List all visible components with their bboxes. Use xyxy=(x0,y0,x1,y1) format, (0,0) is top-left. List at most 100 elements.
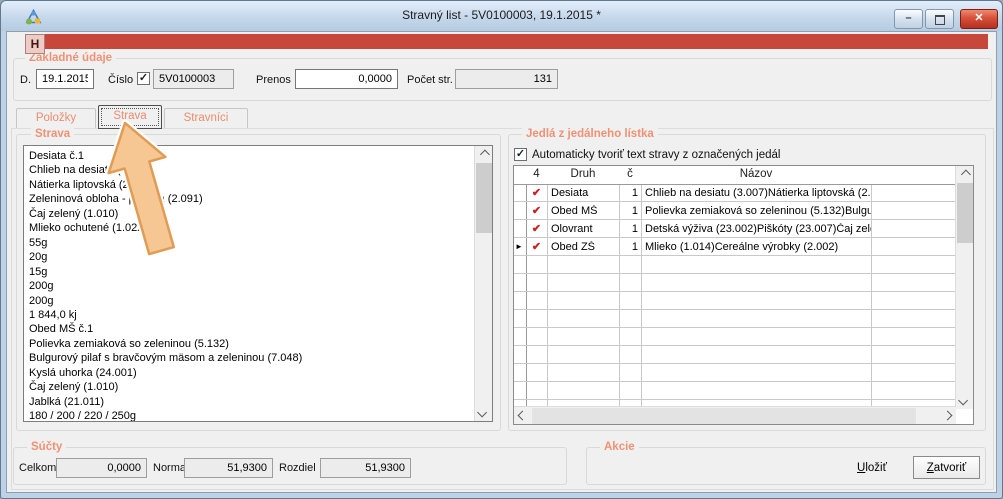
scroll-down-button[interactable] xyxy=(475,404,492,421)
list-line: Bulgurový pilaf s bravčovým mäsom a zele… xyxy=(29,351,470,365)
norm-input xyxy=(184,458,273,478)
scroll-up-button[interactable] xyxy=(956,166,973,183)
tab-stravnici[interactable]: Stravníci xyxy=(164,108,248,128)
scroll-thumb[interactable] xyxy=(957,183,973,243)
chevron-right-icon xyxy=(943,411,953,421)
row-name: Detská výživa (23.002)Piškóty (23.007)Ča… xyxy=(645,223,871,235)
close-icon: ✕ xyxy=(974,12,983,24)
grid-header[interactable]: 4 Druh č Názov xyxy=(514,166,956,185)
save-button[interactable]: Uložiť xyxy=(841,456,903,479)
restore-button[interactable] xyxy=(925,9,954,29)
auto-text-checkbox-label: Automaticky tvoriť text stravy z označen… xyxy=(532,149,780,161)
list-line: 15g xyxy=(29,265,470,279)
table-row[interactable]: ✔ Obed MŠ 1 Polievka zemiaková so zeleni… xyxy=(514,202,956,220)
date-label: D. xyxy=(20,74,31,86)
number-checkbox[interactable]: ✓ xyxy=(137,72,150,85)
chevron-left-icon xyxy=(518,411,528,421)
row-num: 1 xyxy=(619,223,638,235)
total-input xyxy=(56,458,147,478)
grid-body: ✔ Desiata 1 Chlieb na desiatu (3.007)Nát… xyxy=(514,184,956,409)
auto-text-checkbox[interactable]: ✓ xyxy=(514,148,527,161)
window-title: Stravný list - 5V0100003, 19.1.2015 * xyxy=(1,8,1002,22)
list-line: 55g xyxy=(29,236,470,250)
pages-label: Počet str. xyxy=(407,74,453,86)
row-num: 1 xyxy=(619,241,638,253)
jedla-group-title: Jedlá z jedálneho lístka xyxy=(522,128,658,140)
scroll-up-button[interactable] xyxy=(475,146,492,163)
diff-label: Rozdiel xyxy=(279,462,316,474)
row-name: Chlieb na desiatu (3.007)Nátierka liptov… xyxy=(645,187,871,199)
row-check-icon[interactable]: ✔ xyxy=(526,222,547,235)
list-line: Obed MŠ č.1 xyxy=(29,322,470,336)
title-bar[interactable]: Stravný list - 5V0100003, 19.1.2015 * – … xyxy=(1,1,1002,31)
grid-header-num[interactable]: č xyxy=(619,168,641,180)
strava-group-title: Strava xyxy=(31,128,74,140)
save-button-label: Uložiť xyxy=(847,457,897,479)
strava-text-list[interactable]: Desiata č.1 Chlieb na desiatu (3.007) Ná… xyxy=(23,145,493,422)
tab-polozky[interactable]: Položky xyxy=(16,108,96,128)
list-line: Chlieb na desiatu (3.007) xyxy=(29,163,470,177)
chevron-down-icon xyxy=(958,396,968,406)
carry-input[interactable] xyxy=(295,69,398,89)
close-button[interactable]: ✕ xyxy=(960,9,998,29)
chevron-up-icon xyxy=(480,150,490,160)
grid-vscrollbar[interactable] xyxy=(955,166,973,409)
list-line: 20g xyxy=(29,250,470,264)
grid-header-name[interactable]: Názov xyxy=(641,168,871,180)
total-label: Celkom xyxy=(19,462,56,474)
list-line: Desiata č.1 xyxy=(29,149,470,163)
grid-header-type[interactable]: Druh xyxy=(547,168,619,180)
list-line: Čaj zelený (1.010) xyxy=(29,207,470,221)
table-row[interactable]: ✔ Olovrant 1 Detská výživa (23.002)Piškó… xyxy=(514,220,956,238)
row-type: Obed MŠ xyxy=(551,205,617,217)
table-row[interactable]: ► ✔ Obed ZŠ 1 Mlieko (1.014)Cereálne výr… xyxy=(514,238,956,256)
chevron-down-icon xyxy=(477,408,487,418)
scroll-thumb[interactable] xyxy=(532,408,916,424)
grid-header-check[interactable]: 4 xyxy=(526,168,547,180)
carry-label: Prenos xyxy=(256,74,291,86)
diff-input xyxy=(320,458,411,478)
list-line: Nátierka liptovská (2.028) xyxy=(29,178,470,192)
date-input[interactable] xyxy=(36,69,94,89)
chevron-up-icon xyxy=(961,170,971,180)
list-line: 1 844,0 kj xyxy=(29,308,470,322)
scroll-down-button[interactable] xyxy=(956,392,973,409)
scroll-right-button[interactable] xyxy=(939,407,956,424)
scroll-thumb[interactable] xyxy=(476,163,492,233)
close-form-button-label: Zatvoriť xyxy=(920,458,973,479)
check-icon: ✓ xyxy=(139,72,148,84)
row-name: Mlieko (1.014)Cereálne výrobky (2.002) xyxy=(645,241,871,253)
number-label: Číslo xyxy=(108,74,133,86)
list-line: 200g xyxy=(29,294,470,308)
row-type: Obed ZŠ xyxy=(551,241,617,253)
list-line: Jablká (21.011) xyxy=(29,395,470,409)
list-line: 200g xyxy=(29,279,470,293)
row-check-icon[interactable]: ✔ xyxy=(526,240,547,253)
meals-grid[interactable]: 4 Druh č Názov ✔ Desiata 1 Chlieb na des… xyxy=(513,165,974,425)
number-input xyxy=(153,69,234,89)
minimize-button[interactable]: – xyxy=(894,9,923,29)
list-line: Kyslá uhorka (24.001) xyxy=(29,366,470,380)
tab-strava[interactable]: Strava xyxy=(98,105,162,129)
strava-lines: Desiata č.1 Chlieb na desiatu (3.007) Ná… xyxy=(29,149,470,422)
pages-input xyxy=(455,69,558,89)
row-num: 1 xyxy=(619,187,638,199)
h-toolbar-button[interactable]: H xyxy=(25,34,45,54)
row-type: Olovrant xyxy=(551,223,617,235)
close-form-button[interactable]: Zatvoriť xyxy=(913,456,980,479)
row-check-icon[interactable]: ✔ xyxy=(526,204,547,217)
list-vscrollbar[interactable] xyxy=(474,146,492,421)
list-line: Polievka zemiaková so zeleninou (5.132) xyxy=(29,337,470,351)
scroll-left-button[interactable] xyxy=(514,407,531,424)
row-name: Polievka zemiaková so zeleninou (5.132)B… xyxy=(645,205,871,217)
check-icon: ✓ xyxy=(516,148,525,160)
restore-icon xyxy=(935,15,945,25)
app-window: Stravný list - 5V0100003, 19.1.2015 * – … xyxy=(0,0,1003,499)
grid-hscrollbar[interactable] xyxy=(514,406,956,424)
norm-label: Norma xyxy=(153,462,186,474)
row-check-icon[interactable]: ✔ xyxy=(526,186,547,199)
row-num: 1 xyxy=(619,205,638,217)
sums-group-title: Súčty xyxy=(27,441,66,453)
table-row[interactable]: ✔ Desiata 1 Chlieb na desiatu (3.007)Nát… xyxy=(514,184,956,202)
list-line: Mlieko ochutené (1.022) xyxy=(29,221,470,235)
